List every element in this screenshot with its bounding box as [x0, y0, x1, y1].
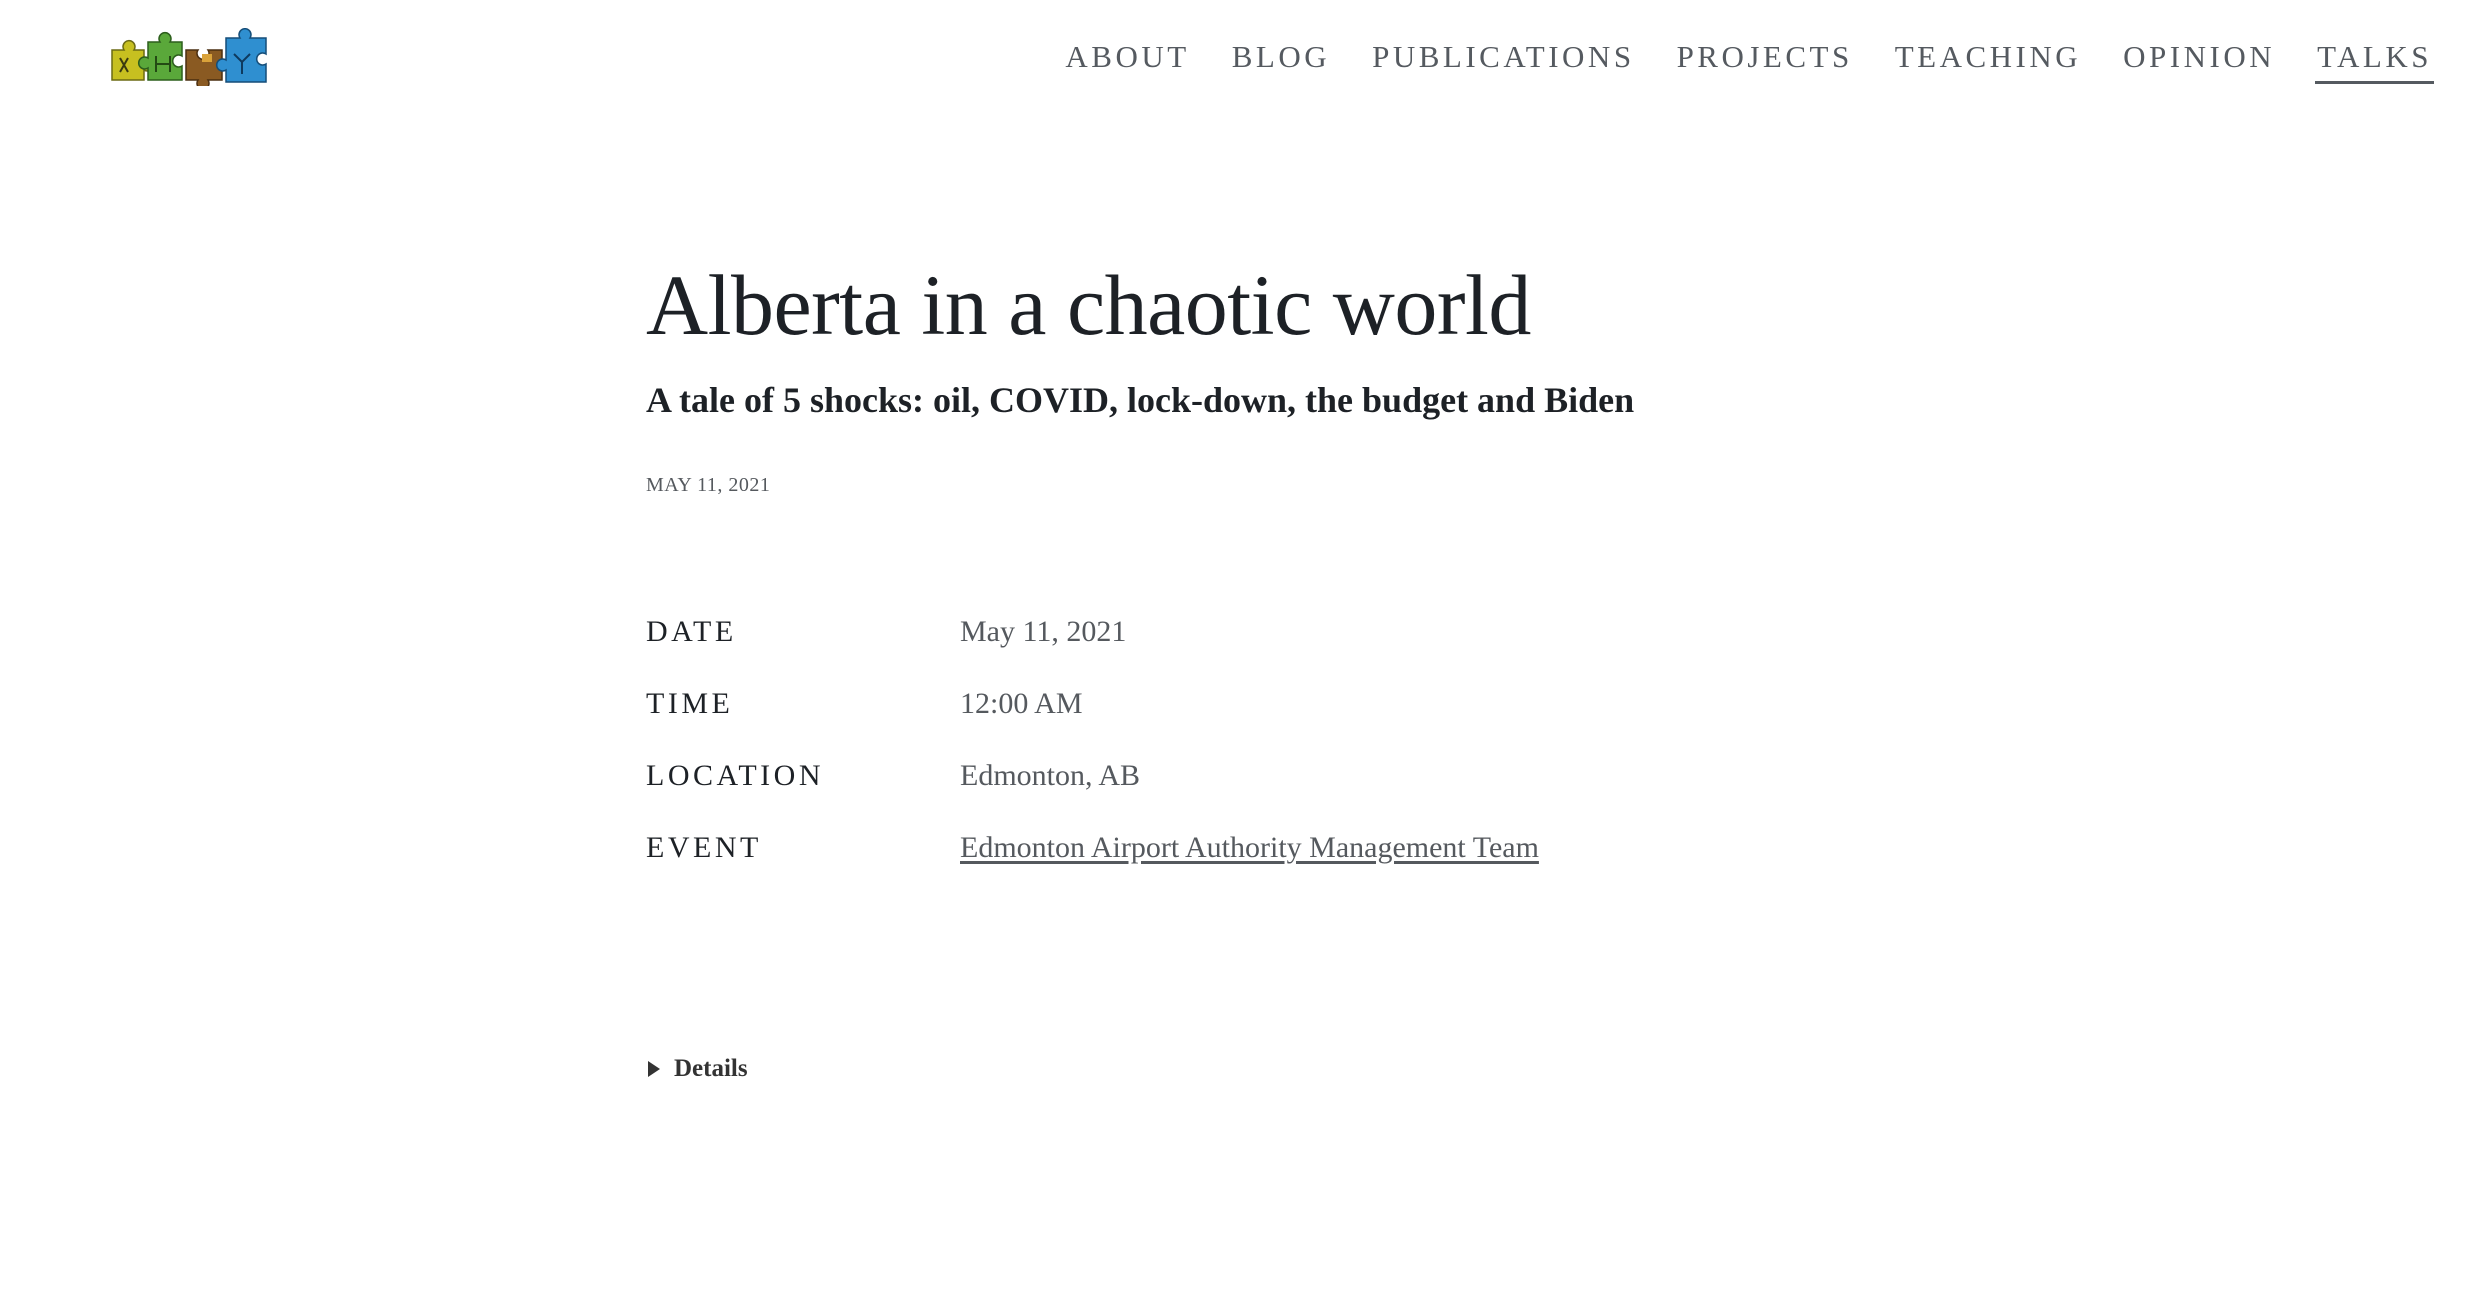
detail-label: DATE [646, 614, 737, 648]
detail-row-time: TIME 12:00 AM [646, 687, 1846, 759]
nav-item-about[interactable]: ABOUT [1063, 38, 1191, 84]
nav-item-publications[interactable]: PUBLICATIONS [1370, 38, 1636, 84]
page-subtitle: A tale of 5 shocks: oil, COVID, lock-dow… [646, 379, 1635, 420]
nav-item-teaching[interactable]: TEACHING [1893, 38, 2083, 84]
details-toggle-label: Details [674, 1054, 748, 1082]
detail-value: May 11, 2021 [960, 614, 1127, 648]
talk-content: Alberta in a chaotic world A tale of 5 s… [646, 258, 1846, 1083]
details-toggle[interactable]: Details [646, 1055, 1846, 1083]
page: ABOUT BLOG PUBLICATIONS PROJECTS TEACHIN… [0, 0, 2484, 1314]
page-title: Alberta in a chaotic world [646, 257, 1531, 353]
published-date: MAY 11, 2021 [646, 473, 771, 496]
puzzle-pieces-logo-icon [111, 28, 267, 90]
detail-label: TIME [646, 686, 734, 720]
detail-row-date: DATE May 11, 2021 [646, 615, 1846, 687]
detail-row-event: EVENT Edmonton Airport Authority Managem… [646, 831, 1846, 903]
nav-item-blog[interactable]: BLOG [1230, 38, 1332, 84]
detail-value: 12:00 AM [960, 686, 1083, 720]
detail-label: LOCATION [646, 758, 824, 792]
detail-value: Edmonton, AB [960, 758, 1141, 792]
detail-row-location: LOCATION Edmonton, AB [646, 759, 1846, 831]
site-logo[interactable] [110, 28, 282, 90]
nav-item-talks[interactable]: TALKS [2315, 38, 2434, 85]
nav-item-projects[interactable]: PROJECTS [1675, 38, 1855, 84]
detail-value-event: Edmonton Airport Authority Management Te… [960, 831, 1539, 865]
nav-item-opinion[interactable]: OPINION [2121, 38, 2277, 84]
talk-details-table: DATE May 11, 2021 TIME 12:00 AM LOCATION… [646, 615, 1846, 903]
triangle-right-icon [648, 1060, 660, 1077]
main-nav: ABOUT BLOG PUBLICATIONS PROJECTS TEACHIN… [1063, 38, 2434, 85]
event-link[interactable]: Edmonton Airport Authority Management Te… [960, 831, 1539, 864]
detail-label: EVENT [646, 830, 762, 864]
